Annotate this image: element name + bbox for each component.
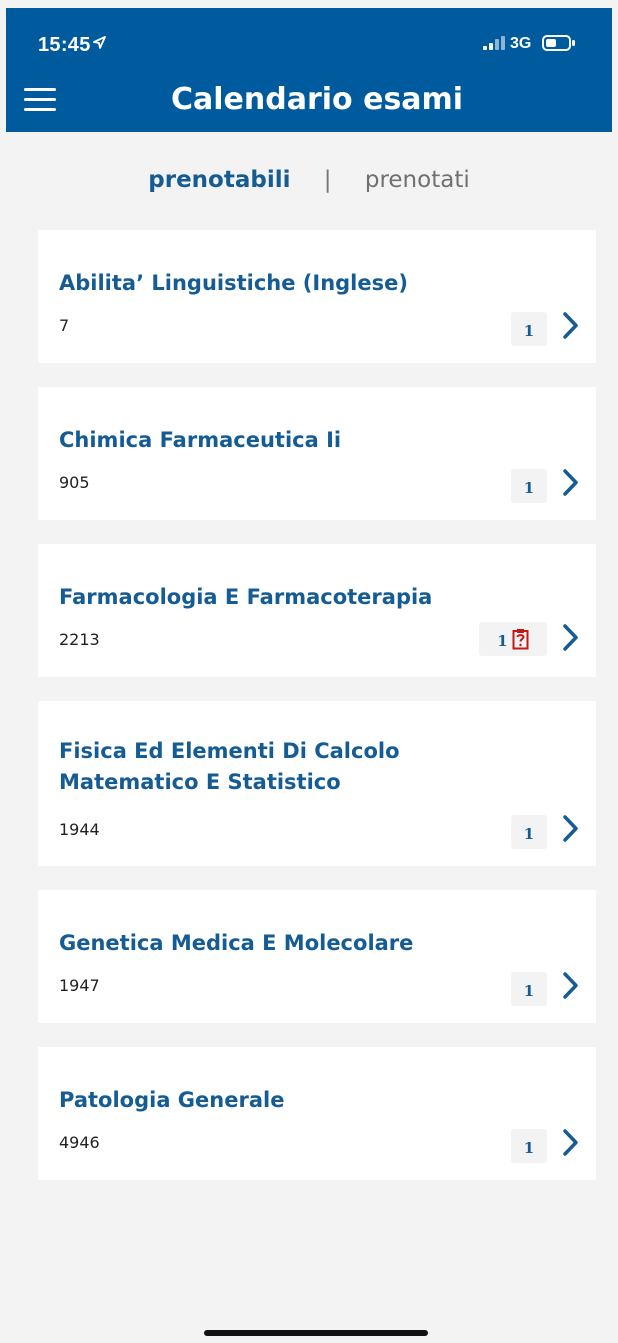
page-title: Calendario esami: [171, 82, 464, 117]
exam-title: Patologia Generale: [59, 1088, 285, 1112]
exam-card[interactable]: Farmacologia E Farmacoterapia 2213 1: [38, 544, 596, 677]
exam-count-value: 1: [497, 632, 508, 650]
exam-card[interactable]: Chimica Farmaceutica Ii 905 1: [38, 387, 596, 520]
exam-tabs: prenotabili | prenotati: [0, 166, 618, 193]
exam-card[interactable]: Fisica Ed Elementi Di Calcolo Matematico…: [38, 701, 596, 866]
exam-code: 905: [59, 473, 90, 492]
app-header: 15:45 3G Calendario esami: [6, 8, 612, 132]
exam-count-badge: 1: [511, 972, 547, 1006]
exam-code: 7: [59, 316, 70, 335]
chevron-right-icon: [563, 972, 578, 999]
hamburger-menu-icon[interactable]: [24, 88, 56, 112]
tab-separator: |: [323, 166, 332, 193]
exam-code: 4946: [59, 1133, 100, 1152]
exam-count-badge: 1: [479, 622, 547, 656]
exam-card[interactable]: Abilita’ Linguistiche (Inglese) 7 1: [38, 230, 596, 363]
status-time: 15:45: [38, 34, 91, 56]
exam-count-badge: 1: [511, 312, 547, 346]
home-indicator: [204, 1330, 428, 1336]
question-clipboard-icon: [512, 629, 529, 650]
menu-line: [24, 108, 56, 111]
exam-count-badge: 1: [511, 1129, 547, 1163]
signal-icon: [483, 36, 505, 50]
location-arrow-icon: [93, 36, 106, 49]
exam-count-badge: 1: [511, 815, 547, 849]
exam-title: Abilita’ Linguistiche (Inglese): [59, 271, 408, 295]
network-type: 3G: [510, 35, 532, 52]
exam-code: 2213: [59, 630, 100, 649]
tab-prenotati[interactable]: prenotati: [365, 167, 470, 193]
tab-prenotabili[interactable]: prenotabili: [148, 167, 290, 193]
exam-title: Fisica Ed Elementi Di Calcolo Matematico…: [59, 739, 400, 794]
exam-title: Farmacologia E Farmacoterapia: [59, 585, 433, 609]
chevron-right-icon: [563, 624, 578, 651]
chevron-right-icon: [563, 312, 578, 339]
exam-title: Chimica Farmaceutica Ii: [59, 428, 342, 452]
exam-card[interactable]: Genetica Medica E Molecolare 1947 1: [38, 890, 596, 1023]
menu-line: [24, 88, 56, 91]
exam-count-badge: 1: [511, 469, 547, 503]
exam-card[interactable]: Patologia Generale 4946 1: [38, 1047, 596, 1180]
exam-title: Genetica Medica E Molecolare: [59, 931, 414, 955]
battery-icon: [542, 35, 575, 51]
chevron-right-icon: [563, 1129, 578, 1156]
chevron-right-icon: [563, 469, 578, 496]
chevron-right-icon: [563, 815, 578, 842]
menu-line: [24, 98, 56, 101]
exam-code: 1947: [59, 976, 100, 995]
exam-list: Abilita’ Linguistiche (Inglese) 7 1 Chim…: [38, 230, 596, 1204]
exam-code: 1944: [59, 820, 100, 839]
